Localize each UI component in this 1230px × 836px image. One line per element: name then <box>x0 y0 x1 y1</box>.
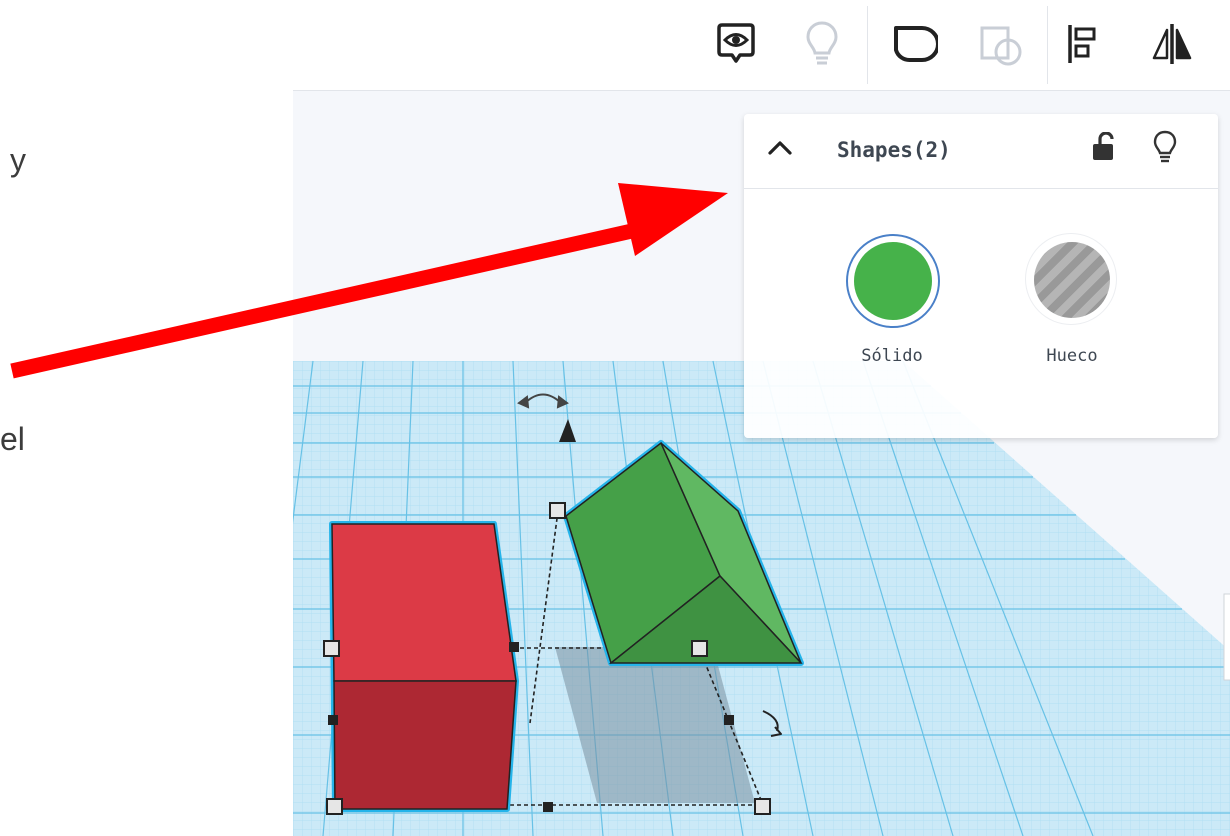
red-annotation-arrow <box>10 183 728 379</box>
